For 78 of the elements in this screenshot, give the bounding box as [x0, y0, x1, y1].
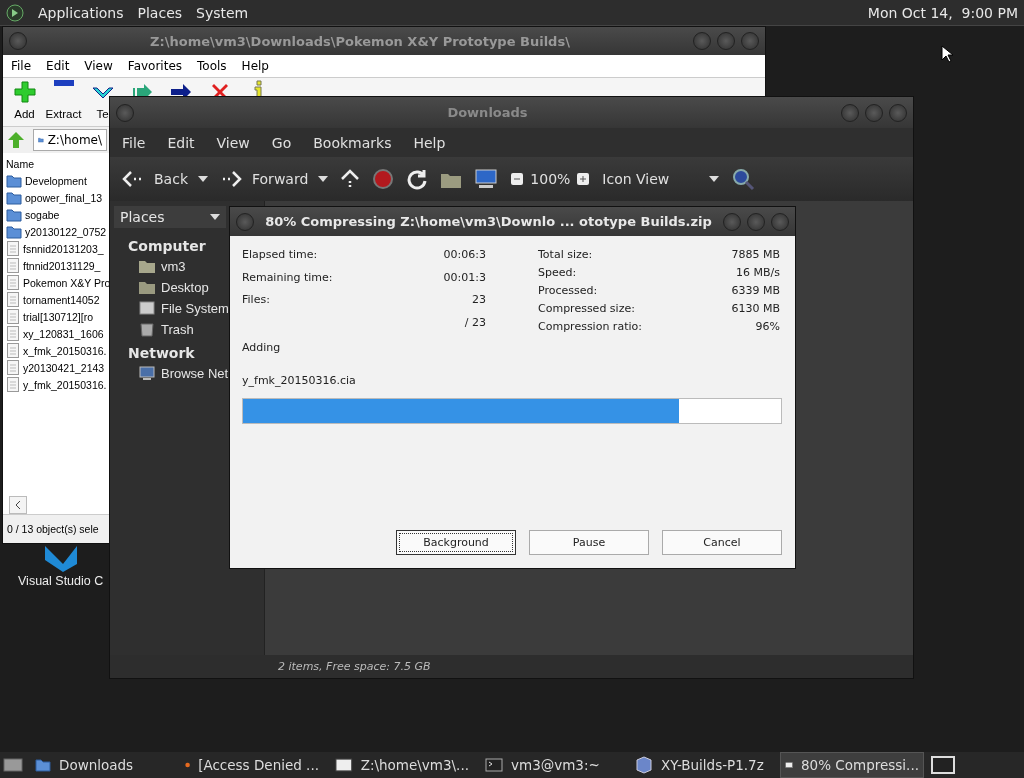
menu-item[interactable]: File [11, 59, 32, 73]
stat-value: 6339 MB [731, 284, 780, 297]
toolbar-label[interactable]: Te [96, 108, 109, 120]
menu-item[interactable]: File [122, 134, 146, 151]
stat-label: Total size: [538, 248, 594, 261]
stat-label: Compressed size: [538, 302, 636, 315]
file-name[interactable]: trial[130712][ro [23, 310, 94, 323]
zoom-level: 100% [530, 171, 571, 187]
clock: Mon Oct 14, 9:00 PM [867, 4, 1018, 21]
section-heading: Network [128, 345, 195, 361]
back-button[interactable]: Back [154, 171, 188, 187]
menu-item[interactable]: Help [413, 134, 446, 151]
stat-label: Elapsed time: [242, 248, 319, 263]
stat-label: Compression ratio: [538, 320, 643, 333]
stat-label: Speed: [538, 266, 578, 279]
stat-value: 16 MB/s [735, 266, 780, 279]
taskbar-item[interactable]: Z:\home\vm3\... [330, 752, 474, 778]
stat-label: Processed: [538, 284, 599, 297]
stat-value: 00:06:3 [443, 248, 486, 263]
menu-item[interactable]: View [84, 59, 113, 73]
taskbar-item[interactable]: 80% Compressi... [780, 752, 924, 778]
menu-item[interactable]: Tools [197, 59, 227, 73]
stat-label: Remaining time: [242, 270, 334, 286]
file-name[interactable]: y20130122_0752 [25, 225, 107, 238]
stat-value: 96% [754, 320, 780, 333]
window-title: Downloads [446, 105, 529, 120]
status-text: 2 items, Free space: 7.5 GB [278, 660, 431, 673]
sidebar-item[interactable]: Browse Net [161, 365, 229, 381]
menu-item[interactable]: Edit [46, 59, 70, 73]
file-name[interactable]: xy_120831_1606 [23, 327, 104, 340]
menu-item[interactable]: Bookmarks [313, 134, 392, 151]
panel-menu[interactable]: Applications [38, 4, 124, 21]
sidebar-item[interactable]: Desktop [161, 279, 209, 295]
file-name[interactable]: y_fmk_20150316. [23, 378, 107, 391]
menu-item[interactable]: Edit [167, 134, 195, 151]
forward-button[interactable]: Forward [252, 171, 309, 187]
window-title: Z:\home\vm3\Downloads\Pokemon X&Y Prototype Builds\ [149, 33, 571, 49]
desktop-icon-label[interactable]: Visual Studio C [18, 574, 104, 588]
sidebar-item[interactable]: Trash [161, 321, 194, 337]
stat-value: 23 [471, 293, 486, 308]
column-header[interactable]: Name [6, 157, 34, 170]
file-name[interactable]: x_fmk_20150316. [23, 344, 107, 357]
stat-value: 6130 MB [731, 302, 780, 315]
toolbar-label[interactable]: Add [14, 108, 35, 120]
file-name[interactable]: sogabe [25, 208, 60, 221]
file-name[interactable]: ftnnid20131129_ [23, 259, 101, 272]
window-title: 80% Compressing Z:\home\vm3\Downlo ... ototype Builds.zip [264, 214, 713, 229]
toolbar-label[interactable]: Extract [45, 108, 82, 120]
places-dropdown[interactable]: Places [114, 206, 226, 228]
taskbar-item[interactable]: vm3@vm3:~ [480, 752, 624, 778]
dialog-button[interactable]: Pause [529, 530, 649, 555]
stat-label: Files: [242, 293, 271, 308]
menu-item[interactable]: View [216, 134, 250, 151]
panel-menu[interactable]: System [196, 4, 249, 21]
stat-value: / 23 [463, 315, 486, 331]
taskbar-item[interactable]: Downloads [30, 752, 174, 778]
file-name[interactable]: y20130421_2143 [23, 361, 105, 374]
taskbar-item[interactable]: [Access Denied ... [180, 752, 324, 778]
action-text: Adding [242, 341, 282, 354]
sidebar-item[interactable]: vm3 [161, 258, 186, 274]
file-name[interactable]: opower_final_13 [25, 191, 103, 204]
panel-menu[interactable]: Places [137, 4, 183, 21]
taskbar-item[interactable]: XY-Builds-P1.7z [630, 752, 774, 778]
file-name[interactable]: tornament14052 [23, 293, 100, 306]
menu-item[interactable]: Help [241, 59, 269, 73]
path-field[interactable]: Z:\home\ [33, 129, 107, 151]
dialog-button[interactable]: Cancel [662, 530, 782, 555]
menu-item[interactable]: Favorites [127, 59, 183, 73]
sidebar-item[interactable]: File System [161, 300, 229, 316]
section-heading: Computer [128, 238, 206, 254]
stat-value: 7885 MB [731, 248, 780, 261]
dialog-button[interactable]: Background [396, 530, 516, 555]
file-name[interactable]: Development [25, 174, 87, 187]
current-file: y_fmk_20150316.cia [242, 374, 357, 387]
file-name[interactable]: fsnnid20131203_ [23, 242, 104, 255]
stat-value: 00:01:3 [443, 270, 486, 286]
view-selector[interactable]: Icon View [602, 171, 670, 187]
menu-item[interactable]: Go [271, 134, 292, 151]
